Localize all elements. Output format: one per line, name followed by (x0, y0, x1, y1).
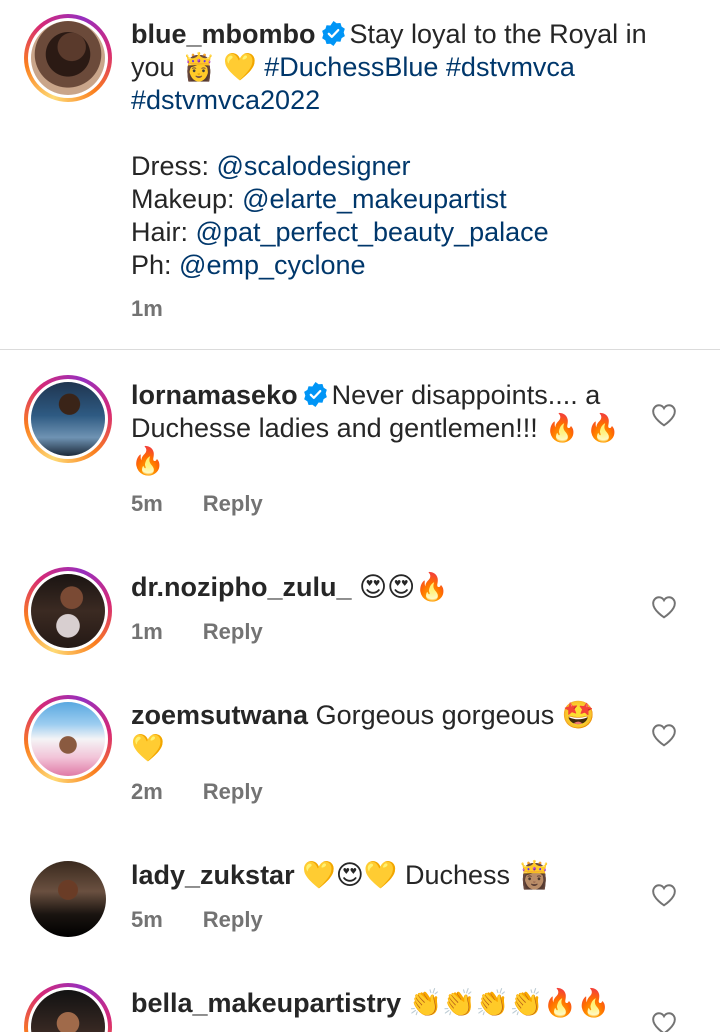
reply-button[interactable]: Reply (203, 619, 263, 644)
profile-photo (31, 990, 105, 1032)
caption-timestamp: 1m (131, 296, 163, 321)
profile-photo (31, 574, 105, 648)
mention-link[interactable]: @scalodesigner (217, 151, 411, 181)
comment-username[interactable]: lady_zukstar (131, 860, 295, 890)
comment-text: bella_makeupartistry 👏👏👏👏🔥🔥 (131, 987, 631, 1020)
comment-text: dr.nozipho_zulu_ 😍😍🔥 (131, 571, 631, 604)
mention-link[interactable]: @emp_cyclone (179, 250, 366, 280)
heart-outline-icon[interactable] (651, 883, 677, 907)
comment-body: 👏👏👏👏🔥🔥 (408, 988, 611, 1018)
comment-timestamp: 1m (131, 619, 163, 644)
profile-photo (31, 702, 105, 776)
heart-outline-icon[interactable] (651, 1011, 677, 1032)
comment-username[interactable]: dr.nozipho_zulu_ (131, 572, 352, 602)
hashtag-link[interactable]: #DuchessBlue (264, 52, 438, 82)
commenter-avatar[interactable] (24, 567, 112, 655)
profile-photo (31, 21, 105, 95)
credit-label: Dress: (131, 151, 217, 181)
credit-label: Makeup: (131, 184, 243, 214)
comment-meta: 5m Reply (131, 907, 263, 933)
comment-body: 💛😍💛 Duchess 👸🏽 (302, 860, 552, 890)
caption-username[interactable]: blue_mbombo (131, 19, 316, 49)
verified-badge-icon (321, 21, 345, 46)
reply-button[interactable]: Reply (203, 779, 263, 804)
comment-meta: 5m Reply (131, 491, 263, 517)
comment-body: 😍😍🔥 (359, 572, 449, 602)
reply-button[interactable]: Reply (203, 907, 263, 932)
credit-label: Ph: (131, 250, 180, 280)
comment-timestamp: 5m (131, 907, 163, 932)
commenter-avatar[interactable] (24, 695, 112, 783)
post-caption: blue_mbombo Stay loyal to the Royal in yo… (0, 0, 720, 350)
comment-meta: 2m Reply (131, 779, 263, 805)
comment-text: zoemsutwana Gorgeous gorgeous 🤩 💛 (131, 699, 631, 765)
comment-username[interactable]: zoemsutwana (131, 700, 308, 730)
reply-button[interactable]: Reply (203, 491, 263, 516)
hashtag-link[interactable]: #dstvmvca (446, 52, 575, 82)
comment-text: lornamaseko Never disappoints.... a Duche… (131, 379, 631, 478)
mention-link[interactable]: @elarte_makeupartist (242, 184, 507, 214)
commenter-avatar[interactable] (24, 983, 112, 1032)
verified-badge-icon (303, 382, 327, 407)
comment-username[interactable]: bella_makeupartistry (131, 988, 401, 1018)
hashtag-link[interactable]: #dstvmvca2022 (131, 85, 320, 115)
profile-photo (30, 861, 106, 937)
credit-label: Hair: (131, 217, 196, 247)
comment-username[interactable]: lornamaseko (131, 380, 298, 410)
caption-avatar[interactable] (24, 14, 112, 102)
comment-timestamp: 2m (131, 779, 163, 804)
heart-outline-icon[interactable] (651, 723, 677, 747)
commenter-avatar[interactable] (24, 855, 112, 943)
comments-screen: blue_mbombo Stay loyal to the Royal in yo… (0, 0, 720, 1032)
heart-outline-icon[interactable] (651, 595, 677, 619)
divider (0, 349, 720, 350)
caption-text: blue_mbombo Stay loyal to the Royal in yo… (131, 18, 651, 282)
comment-text: lady_zukstar 💛😍💛 Duchess 👸🏽 (131, 859, 631, 892)
profile-photo (31, 382, 105, 456)
commenter-avatar[interactable] (24, 375, 112, 463)
comment-timestamp: 5m (131, 491, 163, 516)
mention-link[interactable]: @pat_perfect_beauty_palace (196, 217, 549, 247)
comment-meta: 1m Reply (131, 619, 263, 645)
heart-outline-icon[interactable] (651, 403, 677, 427)
